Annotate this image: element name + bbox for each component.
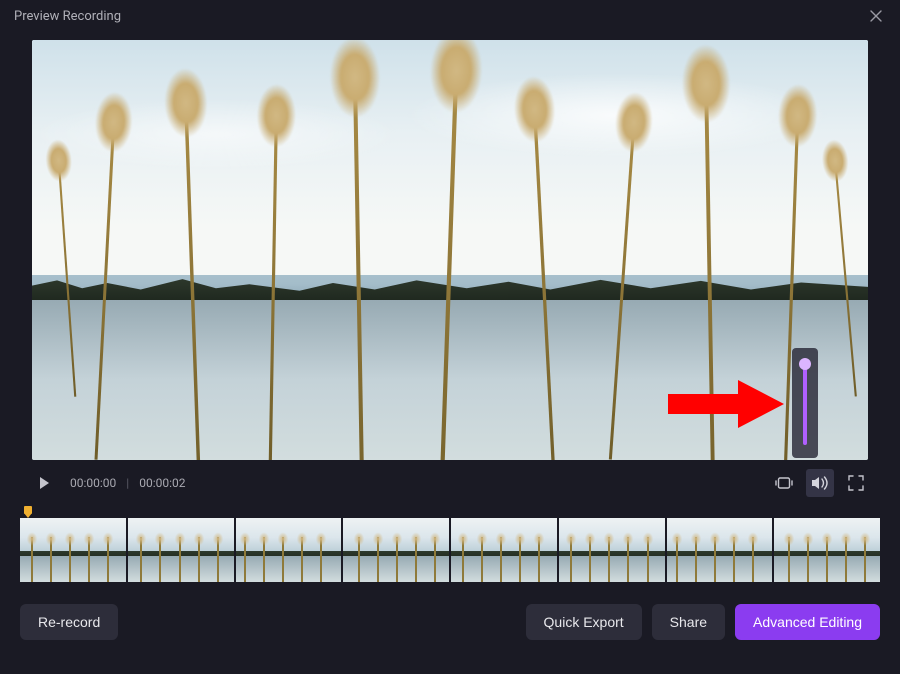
rerecord-button[interactable]: Re-record — [20, 604, 118, 640]
volume-slider-track[interactable] — [803, 361, 807, 445]
fullscreen-icon — [848, 475, 864, 491]
play-button[interactable] — [34, 473, 54, 493]
timeline-playhead[interactable] — [24, 506, 32, 520]
timeline-thumb[interactable] — [236, 518, 342, 582]
video-scene — [32, 40, 868, 460]
video-preview[interactable] — [32, 40, 868, 460]
fullscreen-button[interactable] — [842, 469, 870, 497]
timeline-thumb[interactable] — [20, 518, 126, 582]
window-title: Preview Recording — [14, 9, 121, 24]
timeline-thumb[interactable] — [667, 518, 773, 582]
share-button[interactable]: Share — [652, 604, 725, 640]
snapshot-icon — [775, 476, 793, 490]
close-icon — [870, 10, 882, 22]
titlebar: Preview Recording — [0, 0, 900, 32]
timeline[interactable] — [20, 506, 880, 582]
volume-icon — [811, 475, 829, 491]
volume-slider-popover[interactable] — [792, 348, 818, 458]
timeline-thumb[interactable] — [451, 518, 557, 582]
advanced-editing-button[interactable]: Advanced Editing — [735, 604, 880, 640]
time-separator: | — [126, 476, 129, 490]
content-area: 00:00:00 | 00:00:02 — [0, 32, 900, 674]
quick-export-button[interactable]: Quick Export — [526, 604, 642, 640]
timeline-thumb[interactable] — [774, 518, 880, 582]
player-controls: 00:00:00 | 00:00:02 — [20, 460, 880, 506]
volume-button[interactable] — [806, 469, 834, 497]
timeline-thumb[interactable] — [128, 518, 234, 582]
play-icon — [37, 476, 51, 490]
duration-time: 00:00:02 — [139, 476, 185, 490]
timeline-thumb[interactable] — [559, 518, 665, 582]
close-button[interactable] — [866, 6, 886, 26]
preview-recording-window: Preview Recording — [0, 0, 900, 674]
timeline-thumbnails[interactable] — [20, 518, 880, 582]
volume-slider-thumb[interactable] — [799, 358, 811, 370]
snapshot-button[interactable] — [770, 469, 798, 497]
current-time: 00:00:00 — [70, 476, 116, 490]
timeline-thumb[interactable] — [343, 518, 449, 582]
footer-actions: Re-record Quick Export Share Advanced Ed… — [20, 604, 880, 640]
